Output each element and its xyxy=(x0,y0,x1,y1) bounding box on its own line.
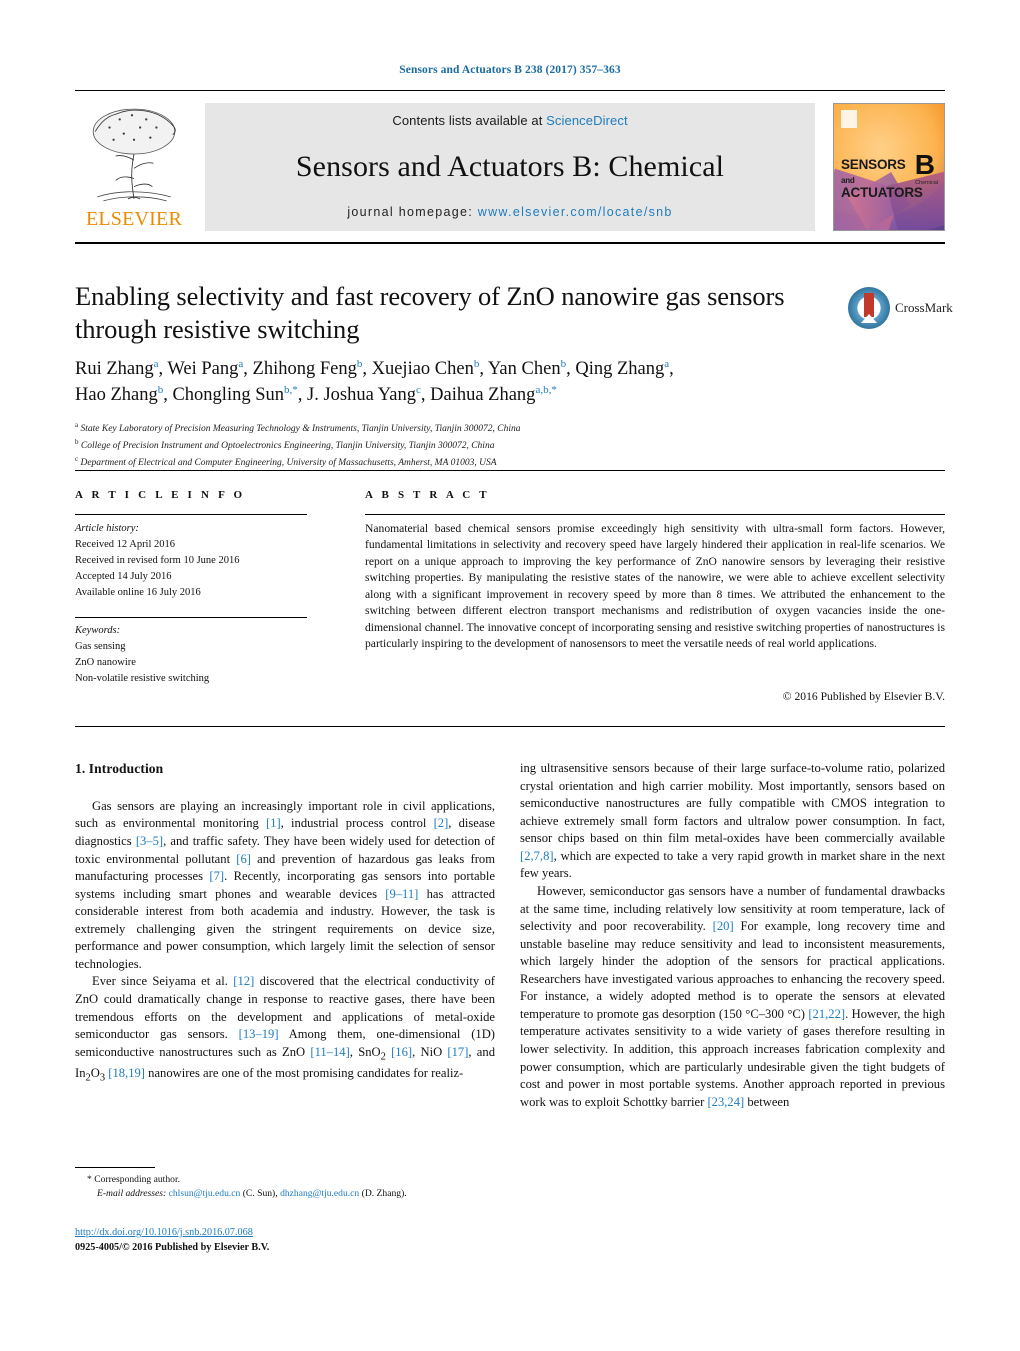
cover-volume-letter: B xyxy=(914,149,935,180)
header-rule xyxy=(75,90,945,91)
article-history-item: Received 12 April 2016 xyxy=(75,539,176,551)
cover-and: and xyxy=(841,175,855,185)
abstract-rule xyxy=(365,514,945,515)
journal-homepage-line: journal homepage: www.elsevier.com/locat… xyxy=(347,205,672,219)
author-list: Rui Zhanga, Wei Panga, Zhihong Fengb, Xu… xyxy=(75,356,865,409)
journal-homepage-link[interactable]: www.elsevier.com/locate/snb xyxy=(478,205,673,219)
journal-title: Sensors and Actuators B: Chemical xyxy=(295,149,725,183)
footnote-rule xyxy=(75,1167,155,1168)
corresponding-author-note: * Corresponding author. xyxy=(75,1173,495,1187)
issn-copyright-line: 0925-4005/© 2016 Published by Elsevier B… xyxy=(75,1241,270,1253)
elsevier-wordmark: ELSEVIER xyxy=(85,208,183,230)
masthead-bottom-rule xyxy=(75,242,945,244)
email-link-sun[interactable]: chlsun@tju.edu.cn xyxy=(169,1188,241,1199)
abstract-heading: A B S T R A C T xyxy=(365,489,490,501)
crossmark-triangle-shape xyxy=(861,314,877,323)
journal-article-page: Sensors and Actuators B 238 (2017) 357–3… xyxy=(0,0,1020,1351)
page-title: Enabling selectivity and fast recovery o… xyxy=(75,281,785,345)
affiliation-item: b College of Precision Instrument and Op… xyxy=(75,438,495,452)
running-head: Sensors and Actuators B 238 (2017) 357–3… xyxy=(399,64,621,76)
section-heading-introduction: 1. Introduction xyxy=(75,761,164,776)
article-history-item: Received in revised form 10 June 2016 xyxy=(75,555,240,567)
corresponding-marker: * xyxy=(87,1174,92,1185)
journal-banner: Contents lists available at ScienceDirec… xyxy=(205,103,815,231)
crossmark-badge[interactable]: CrossMark xyxy=(848,287,953,333)
elsevier-tree-icon xyxy=(92,108,176,202)
abstract-bottom-rule xyxy=(75,726,945,727)
journal-cover-thumbnail: SENSORS and ACTUATORS B Chemical xyxy=(833,103,945,231)
email-label: E-mail addresses: xyxy=(97,1188,167,1200)
body-paragraph: Gas sensors are playing an increasingly … xyxy=(75,798,496,971)
body-column-right: ing ultrasensitive sensors because of th… xyxy=(520,760,945,1111)
cover-line1: SENSORS xyxy=(841,157,906,172)
keywords-block: Keywords: Gas sensing ZnO nanowire Non-v… xyxy=(75,623,320,687)
elsevier-logo: ELSEVIER xyxy=(75,103,193,231)
article-info-rule xyxy=(75,514,307,515)
title-block-rule xyxy=(75,470,945,471)
cover-elsevier-mark-icon xyxy=(841,110,857,128)
doi-block: http://dx.doi.org/10.1016/j.snb.2016.07.… xyxy=(75,1226,505,1256)
affiliation-item: c Department of Electrical and Computer … xyxy=(75,455,497,469)
cover-volume-sub: Chemical xyxy=(915,180,938,186)
author-line-1: Rui Zhanga, Wei Panga, Zhihong Fengb, Xu… xyxy=(75,357,674,379)
corresponding-label: Corresponding author. xyxy=(94,1174,181,1185)
author-line-2: Hao Zhangb, Chongling Sunb,*, J. Joshua … xyxy=(75,384,557,406)
cover-title: SENSORS and ACTUATORS xyxy=(841,157,923,200)
body-column-left: 1. Introduction Gas sensors are playing … xyxy=(75,760,495,1086)
cover-line2: ACTUATORS xyxy=(841,184,923,200)
doi-link[interactable]: http://dx.doi.org/10.1016/j.snb.2016.07.… xyxy=(75,1226,505,1241)
article-history-block: Article history: Received 12 April 2016 … xyxy=(75,521,320,601)
email-note: E-mail addresses: chlsun@tju.edu.cn (C. … xyxy=(75,1187,495,1201)
keyword-item: Non-volatile resistive switching xyxy=(75,673,210,685)
journal-masthead: ELSEVIER Contents lists available at Sci… xyxy=(75,103,945,231)
footnote-block: * Corresponding author. E-mail addresses… xyxy=(75,1173,495,1202)
contents-prefix: Contents lists available at xyxy=(392,113,547,128)
article-history-label: Article history: xyxy=(75,523,139,534)
email-owner-zhang: (D. Zhang). xyxy=(361,1188,407,1200)
sciencedirect-link[interactable]: ScienceDirect xyxy=(546,113,628,128)
body-paragraph: However, semiconductor gas sensors have … xyxy=(520,883,946,1109)
abstract-text: Nanomaterial based chemical sensors prom… xyxy=(365,522,945,651)
article-history-item: Available online 16 July 2016 xyxy=(75,587,201,599)
affiliation-list: a State Key Laboratory of Precision Meas… xyxy=(75,420,865,471)
affiliation-item: a State Key Laboratory of Precision Meas… xyxy=(75,421,521,435)
homepage-prefix: journal homepage: xyxy=(347,205,478,219)
keywords-label: Keywords: xyxy=(75,625,121,636)
crossmark-label: CrossMark xyxy=(895,300,953,315)
article-info-heading: A R T I C L E I N F O xyxy=(75,489,246,501)
keyword-item: ZnO nanowire xyxy=(75,657,136,669)
email-owner-sun: (C. Sun), xyxy=(242,1188,278,1200)
body-paragraph: Ever since Seiyama et al. [12] discovere… xyxy=(75,974,495,1084)
crossmark-logo-icon xyxy=(848,287,890,329)
keyword-item: Gas sensing xyxy=(75,641,126,653)
email-link-zhang[interactable]: dhzhang@tju.edu.cn xyxy=(280,1188,359,1199)
abstract-copyright: © 2016 Published by Elsevier B.V. xyxy=(782,690,945,703)
body-paragraph: ing ultrasensitive sensors because of th… xyxy=(520,761,945,881)
contents-line: Contents lists available at ScienceDirec… xyxy=(392,113,627,128)
keywords-rule xyxy=(75,617,307,618)
article-history-item: Accepted 14 July 2016 xyxy=(75,571,172,583)
